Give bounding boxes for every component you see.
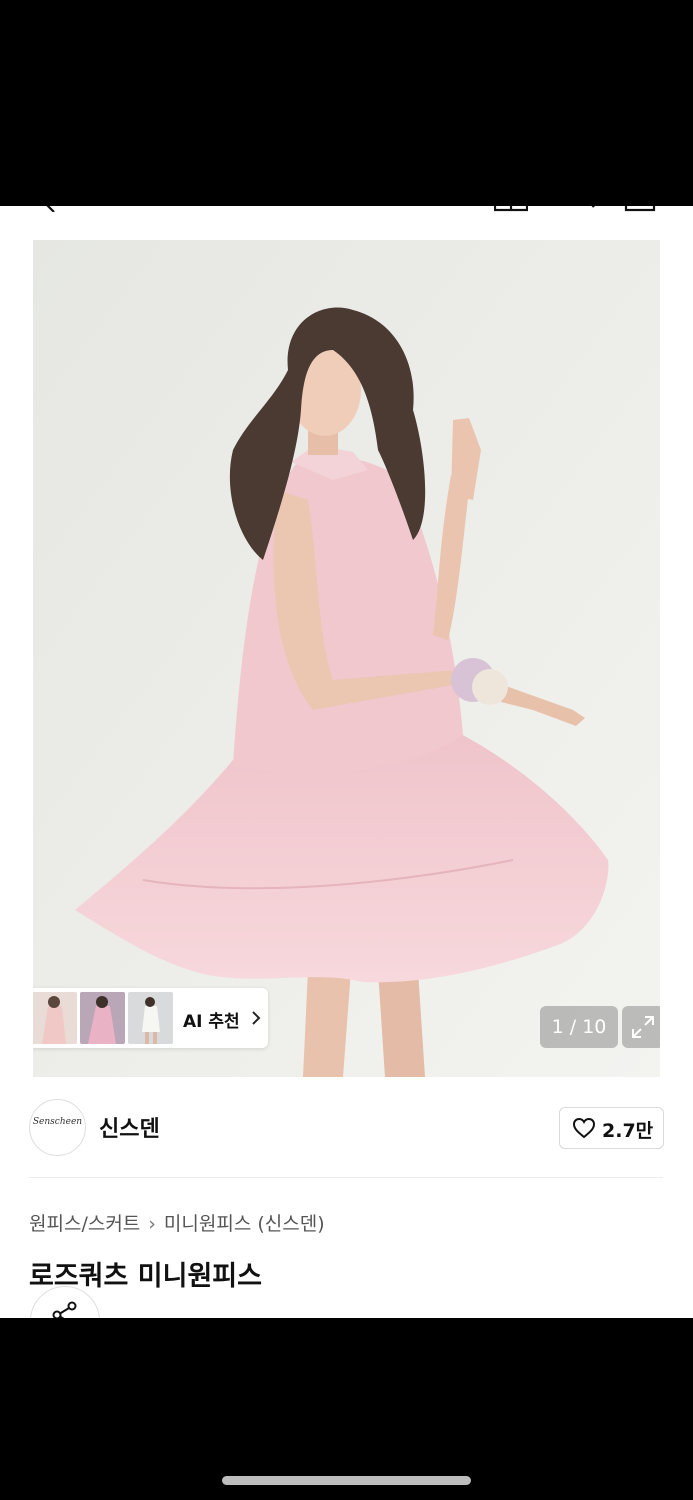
model-photo: [33, 240, 660, 1077]
heart-icon: [572, 1117, 596, 1139]
cart-icon[interactable]: [624, 206, 656, 212]
divider: [29, 1177, 663, 1178]
grid-icon[interactable]: [494, 206, 528, 212]
chevron-right-icon: ›: [148, 1213, 156, 1235]
breadcrumb-subcategory[interactable]: 미니원피스 (신스덴): [164, 1213, 325, 1235]
share-icon: [52, 1301, 77, 1318]
recommend-thumbnail[interactable]: [80, 992, 125, 1044]
recommend-thumbnail[interactable]: [33, 992, 77, 1044]
like-count: 2.7만: [602, 1120, 654, 1142]
brand-logo[interactable]: Senscheen: [29, 1099, 86, 1156]
ai-recommend-label: AI 추천: [183, 1012, 240, 1032]
ai-recommend-card[interactable]: AI 추천: [33, 988, 268, 1048]
recommend-thumbnail[interactable]: [128, 992, 173, 1044]
chevron-right-icon: [252, 1011, 261, 1025]
image-counter: 1 / 10: [540, 1006, 618, 1048]
expand-icon: [632, 1016, 654, 1038]
breadcrumb: 원피스/스커트 › 미니원피스 (신스덴): [29, 1209, 325, 1236]
back-icon[interactable]: [40, 206, 62, 212]
brand-name[interactable]: 신스덴: [99, 1111, 160, 1143]
product-page: AI 추천 1 / 10 Senscheen 신스덴 2.7만 원피스/스커트 ›…: [0, 206, 693, 1318]
breadcrumb-category[interactable]: 원피스/스커트: [29, 1213, 140, 1235]
expand-button[interactable]: [622, 1006, 660, 1048]
search-icon[interactable]: [570, 206, 596, 212]
home-indicator[interactable]: [222, 1476, 471, 1485]
product-hero-image[interactable]: AI 추천 1 / 10: [33, 240, 660, 1077]
like-button[interactable]: 2.7만: [559, 1107, 664, 1149]
brand-logo-text: Senscheen: [32, 1117, 83, 1127]
